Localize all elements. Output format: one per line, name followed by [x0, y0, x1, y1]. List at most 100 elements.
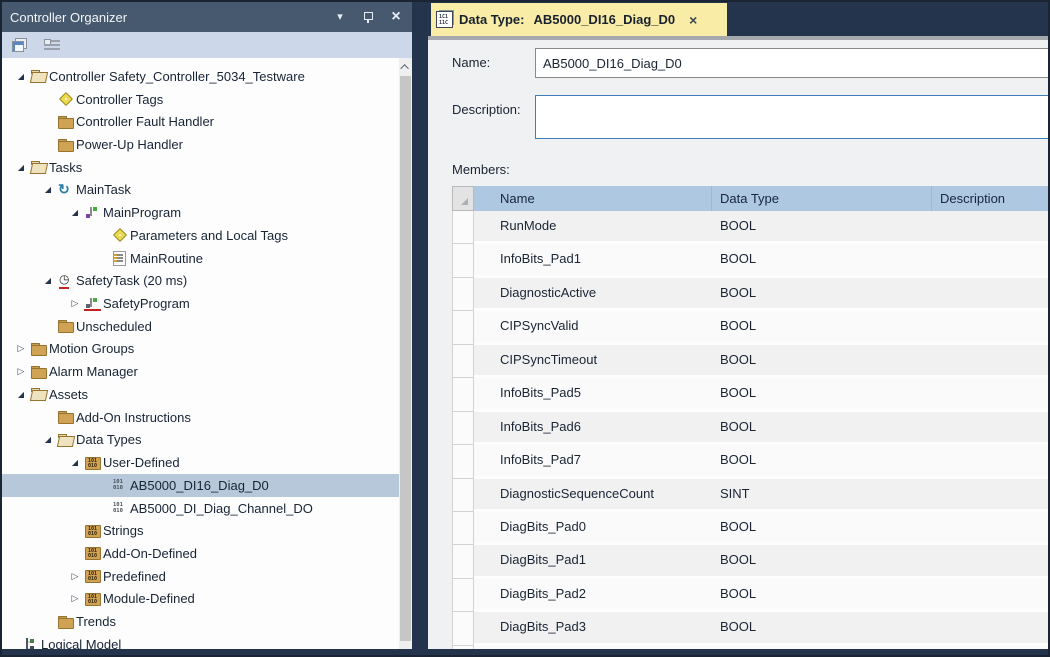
expand-arrow-icon[interactable]: ▷	[12, 366, 30, 377]
tree-item-controller-fault-handler[interactable]: Controller Fault Handler	[2, 110, 399, 133]
tree-item-logical-model[interactable]: Logical Model	[2, 633, 399, 649]
row-selector[interactable]	[452, 345, 474, 378]
tree-item-mainprogram[interactable]: ◢MainProgram	[2, 201, 399, 224]
member-cell-name[interactable]: DiagBits_Pad2	[474, 579, 712, 609]
member-cell-desc[interactable]	[932, 612, 1048, 642]
pin-icon[interactable]	[360, 9, 376, 25]
member-cell-type[interactable]: BOOL	[712, 378, 932, 408]
column-header-name[interactable]: Name	[474, 186, 712, 211]
member-cell-type[interactable]: BOOL	[712, 412, 932, 442]
row-selector[interactable]	[452, 479, 474, 512]
tree-item-controller-safety-controller-5034-testware[interactable]: ◢Controller Safety_Controller_5034_Testw…	[2, 65, 399, 88]
member-cell-type[interactable]: BOOL	[712, 211, 932, 241]
member-cell-type[interactable]: BOOL	[712, 612, 932, 642]
member-cell-type[interactable]: BOOL	[712, 278, 932, 308]
member-cell-type[interactable]: BOOL	[712, 244, 932, 274]
chevron-down-icon[interactable]: ▾	[332, 9, 348, 25]
tree-item-strings[interactable]: Strings	[2, 519, 399, 542]
member-cell-desc[interactable]	[932, 512, 1048, 542]
row-selector[interactable]	[452, 378, 474, 411]
tree-item-alarm-manager[interactable]: ▷Alarm Manager	[2, 360, 399, 383]
tree-item-maintask[interactable]: ◢MainTask	[2, 179, 399, 202]
row-selector[interactable]	[452, 545, 474, 578]
member-cell-desc[interactable]	[932, 378, 1048, 408]
tree-item-motion-groups[interactable]: ▷Motion Groups	[2, 338, 399, 361]
expand-arrow-icon[interactable]: ◢	[66, 458, 84, 467]
row-selector[interactable]	[452, 278, 474, 311]
panel-splitter[interactable]	[412, 2, 428, 649]
member-cell-name[interactable]: InfoBits_Pad6	[474, 412, 712, 442]
member-cell-name[interactable]: DiagnosticActive	[474, 278, 712, 308]
cascade-view-icon[interactable]	[10, 36, 30, 54]
details-view-icon[interactable]	[42, 36, 62, 54]
tree-item-ab5000-di-diag-channel-do[interactable]: AB5000_DI_Diag_Channel_DO	[2, 497, 399, 520]
tree-item-user-defined[interactable]: ◢User-Defined	[2, 451, 399, 474]
description-input[interactable]	[535, 95, 1048, 139]
member-cell-type[interactable]: SINT	[712, 479, 932, 509]
member-cell-type[interactable]: BOOL	[712, 445, 932, 475]
name-input[interactable]	[535, 48, 1048, 78]
tree-item-data-types[interactable]: ◢Data Types	[2, 429, 399, 452]
tree-item-add-on-defined[interactable]: Add-On-Defined	[2, 542, 399, 565]
member-cell-desc[interactable]	[932, 311, 1048, 341]
tab-close-icon[interactable]: ×	[689, 13, 697, 27]
member-cell-name[interactable]: CIPSyncTimeout	[474, 345, 712, 375]
expand-arrow-icon[interactable]: ◢	[39, 276, 57, 285]
row-selector[interactable]	[452, 311, 474, 344]
row-selector[interactable]	[452, 512, 474, 545]
row-selector[interactable]	[452, 579, 474, 612]
member-cell-name[interactable]: InfoBits_Pad7	[474, 445, 712, 475]
expand-arrow-icon[interactable]: ▷	[66, 298, 84, 309]
tree-item-parameters-and-local-tags[interactable]: Parameters and Local Tags	[2, 224, 399, 247]
grid-corner-select-all[interactable]	[452, 186, 474, 211]
tree-item-assets[interactable]: ◢Assets	[2, 383, 399, 406]
member-cell-desc[interactable]	[932, 579, 1048, 609]
member-cell-name[interactable]: DiagnosticSequenceCount	[474, 479, 712, 509]
row-selector[interactable]	[452, 244, 474, 277]
expand-arrow-icon[interactable]: ▷	[66, 593, 84, 604]
expand-arrow-icon[interactable]: ◢	[39, 435, 57, 444]
member-cell-name[interactable]: DiagBits_Pad1	[474, 545, 712, 575]
member-cell-type[interactable]: BOOL	[712, 345, 932, 375]
tree-item-ab5000-di16-diag-d0[interactable]: AB5000_DI16_Diag_D0	[2, 474, 399, 497]
member-cell-desc[interactable]	[932, 211, 1048, 241]
member-cell-name[interactable]: InfoBits_Pad5	[474, 378, 712, 408]
tree-item-add-on-instructions[interactable]: Add-On Instructions	[2, 406, 399, 429]
scrollbar-thumb[interactable]	[400, 76, 411, 641]
member-cell-desc[interactable]	[932, 278, 1048, 308]
tree-scrollbar[interactable]	[399, 58, 412, 649]
member-cell-name[interactable]: DiagBits_Pad0	[474, 512, 712, 542]
member-cell-desc[interactable]	[932, 445, 1048, 475]
expand-arrow-icon[interactable]: ◢	[39, 185, 57, 194]
tree-item-tasks[interactable]: ◢Tasks	[2, 156, 399, 179]
member-cell-desc[interactable]	[932, 244, 1048, 274]
member-cell-type[interactable]: BOOL	[712, 512, 932, 542]
tree-item-module-defined[interactable]: ▷Module-Defined	[2, 588, 399, 611]
row-selector[interactable]	[452, 445, 474, 478]
member-cell-desc[interactable]	[932, 345, 1048, 375]
tree-item-predefined[interactable]: ▷Predefined	[2, 565, 399, 588]
column-header-description[interactable]: Description	[932, 186, 1048, 211]
tree-item-unscheduled[interactable]: Unscheduled	[2, 315, 399, 338]
member-cell-name[interactable]: RunMode	[474, 211, 712, 241]
expand-arrow-icon[interactable]: ▷	[12, 343, 30, 354]
member-cell-name[interactable]: CIPSyncValid	[474, 311, 712, 341]
tree-item-mainroutine[interactable]: MainRoutine	[2, 247, 399, 270]
tab-data-type[interactable]: Data Type:AB5000_DI16_Diag_D0 ×	[431, 3, 727, 36]
column-header-data-type[interactable]: Data Type	[712, 186, 932, 211]
tree-item-safetytask-20-ms[interactable]: ◢SafetyTask (20 ms)	[2, 269, 399, 292]
expand-arrow-icon[interactable]: ▷	[66, 571, 84, 582]
expand-arrow-icon[interactable]: ◢	[12, 163, 30, 172]
member-cell-name[interactable]: InfoBits_Pad1	[474, 244, 712, 274]
member-cell-desc[interactable]	[932, 479, 1048, 509]
tree-item-safetyprogram[interactable]: ▷SafetyProgram	[2, 292, 399, 315]
tree-item-controller-tags[interactable]: Controller Tags	[2, 88, 399, 111]
member-cell-type[interactable]: BOOL	[712, 579, 932, 609]
member-cell-desc[interactable]	[932, 412, 1048, 442]
member-cell-name[interactable]: DiagBits_Pad3	[474, 612, 712, 642]
expand-arrow-icon[interactable]: ◢	[12, 390, 30, 399]
member-cell-type[interactable]: BOOL	[712, 311, 932, 341]
expand-arrow-icon[interactable]: ◢	[12, 72, 30, 81]
member-cell-desc[interactable]	[932, 545, 1048, 575]
row-selector[interactable]	[452, 412, 474, 445]
